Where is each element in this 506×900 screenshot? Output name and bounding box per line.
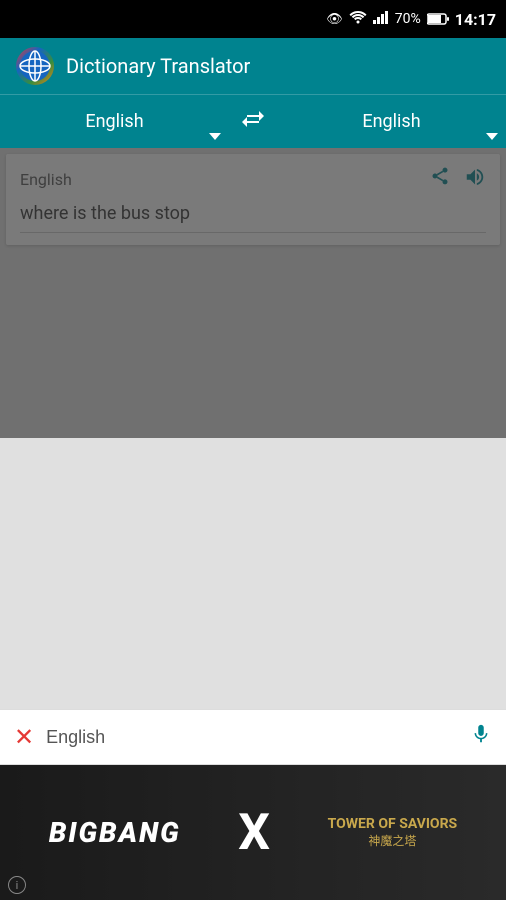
app-header: Dictionary Translator (0, 38, 506, 94)
battery-percent: 70% (395, 11, 421, 27)
ad-tower-en: TOWER OF SAVIORS (328, 816, 458, 832)
battery-icon (427, 10, 449, 29)
target-language-label: English (362, 111, 420, 132)
ad-tower-cn: 神魔之塔 (368, 832, 416, 849)
mic-search-icon[interactable] (470, 723, 492, 751)
ad-tower: TOWER OF SAVIORS 神魔之塔 (328, 816, 458, 849)
app-title: Dictionary Translator (66, 54, 250, 78)
bottom-search-bar: ✕ (0, 709, 506, 765)
wifi-icon (349, 10, 367, 28)
ad-x-text: X (238, 804, 270, 862)
close-button[interactable]: ✕ (14, 723, 34, 751)
source-lang-dropdown-arrow (209, 133, 221, 140)
ad-bigbang-text: BIGBANG (49, 816, 181, 849)
target-language-tab[interactable]: English (277, 95, 506, 148)
swap-languages-button[interactable] (229, 98, 277, 146)
app-logo (16, 47, 54, 85)
content-region: English where is th (0, 148, 506, 438)
source-language-label: English (85, 111, 143, 132)
ad-banner: BIGBANG X TOWER OF SAVIORS 神魔之塔 i (0, 765, 506, 900)
swap-icon (240, 108, 266, 136)
signal-icon (373, 10, 389, 28)
search-input[interactable] (46, 727, 458, 748)
ad-content: BIGBANG X TOWER OF SAVIORS 神魔之塔 (0, 765, 506, 900)
overlay (0, 148, 506, 438)
ad-info-icon[interactable]: i (8, 876, 26, 894)
eye-icon: 👁 (326, 12, 343, 27)
status-icons: 👁 70% (326, 10, 496, 29)
lang-tab-bar: English English (0, 94, 506, 148)
status-time: 14:17 (455, 10, 496, 29)
status-bar: 👁 70% (0, 0, 506, 38)
target-lang-dropdown-arrow (486, 133, 498, 140)
source-language-tab[interactable]: English (0, 95, 229, 148)
